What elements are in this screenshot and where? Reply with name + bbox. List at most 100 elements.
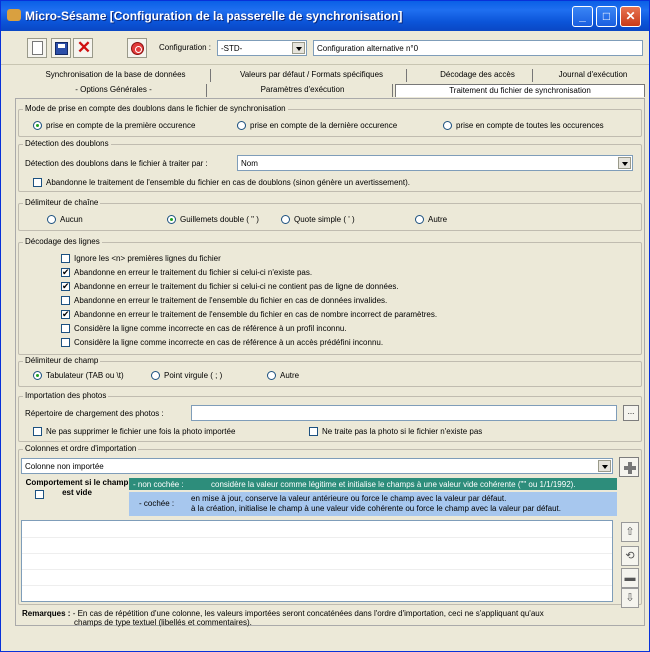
detection-field-value: Nom (241, 159, 258, 168)
maximize-button[interactable]: □ (596, 6, 617, 27)
tab-options-generales[interactable]: - Options Générales - (21, 84, 207, 97)
no-delete-photo-checkbox[interactable]: Ne pas supprimer le fichier une fois la … (33, 427, 236, 437)
remove-column-button[interactable]: ▬ (621, 568, 639, 588)
abandon-fichier-vide-checkbox[interactable]: Abandonne en erreur le traitement du fic… (61, 281, 399, 292)
checkbox-label: Abandonne en erreur le traitement de l'e… (74, 310, 438, 319)
photos-dir-input[interactable] (191, 405, 617, 421)
skip-missing-photo-checkbox[interactable]: Ne traite pas la photo si le fichier n'e… (309, 427, 483, 437)
checked-text-1: en mise à jour, conserve la valeur antér… (191, 494, 507, 503)
app-icon (7, 9, 21, 21)
delimiteur-champ-title: Délimiteur de champ (23, 356, 101, 365)
abandon-fichier-inexistant-checkbox[interactable]: Abandonne en erreur le traitement du fic… (61, 267, 312, 278)
tab-decodage-acces[interactable]: Décodage des accès (423, 69, 533, 82)
checkbox-box (61, 281, 70, 292)
configuration-label: Configuration : (159, 43, 212, 52)
radio-label: Aucun (60, 215, 83, 224)
toolbar: ✕ Configuration : -STD- Configuration al… (1, 31, 649, 65)
abandon-doublons-checkbox[interactable]: Abandonne le traitement de l'ensemble du… (33, 178, 410, 188)
arrow-up-icon: ⇧ (625, 526, 635, 538)
configuration-alt-field[interactable]: Configuration alternative n°0 (313, 40, 643, 56)
tab-synchronisation[interactable]: Synchronisation de la base de données (21, 69, 211, 82)
checkbox-box (61, 309, 70, 320)
checkbox-label: Ne traite pas la photo si le fichier n'e… (322, 427, 483, 436)
remarks-label: Remarques : (22, 609, 71, 618)
configuration-alt-value: Configuration alternative n°0 (317, 44, 419, 53)
radio-point-virgule[interactable]: Point virgule ( ; ) (151, 371, 222, 381)
radio-derniere-occurence[interactable]: prise en compte de la dernière occurence (237, 121, 397, 131)
acces-inconnu-checkbox[interactable]: Considère la ligne comme incorrecte en c… (61, 338, 383, 348)
checkbox-box (61, 296, 70, 306)
tab-valeurs-defaut[interactable]: Valeurs par défaut / Formats spécifiques (217, 69, 407, 82)
radio-dot (267, 371, 276, 381)
detection-field-select[interactable]: Nom (237, 155, 633, 171)
colonne-select[interactable]: Colonne non importée (21, 458, 613, 474)
delimiteur-chaine-title: Délimiteur de chaîne (23, 198, 101, 207)
new-button[interactable] (27, 38, 47, 58)
move-up-button[interactable]: ⇧ (621, 522, 639, 542)
browse-button[interactable]: ... (623, 405, 639, 421)
configuration-select[interactable]: -STD- (217, 40, 307, 56)
doublons-detection-group: Détection des doublons Détection des dou… (18, 139, 642, 192)
title-bar[interactable]: Micro-Sésame [Configuration de la passer… (1, 1, 649, 31)
tab-panel: Mode de prise en compte des doublons dan… (15, 98, 645, 627)
edit-column-button[interactable]: ⟲ (621, 546, 639, 566)
checkbox-label: Abandonne le traitement de l'ensemble du… (46, 178, 410, 187)
list-divider (22, 585, 612, 586)
configuration-value: -STD- (221, 44, 243, 53)
radio-guillemets-double[interactable]: Guillemets double ( " ) (167, 215, 259, 225)
checkbox-box (61, 324, 70, 334)
radio-toutes-occurences[interactable]: prise en compte de toutes les occurences (443, 121, 604, 131)
delete-button[interactable]: ✕ (73, 38, 93, 58)
add-column-button[interactable] (619, 457, 639, 477)
radio-dot (151, 371, 160, 381)
radio-dot (237, 121, 246, 131)
remarks: Remarques : - En cas de répétition d'une… (22, 609, 642, 627)
stop-button[interactable] (127, 38, 147, 58)
chevron-down-icon[interactable] (598, 460, 611, 472)
tab-traitement-fichier[interactable]: Traitement du fichier de synchronisation (395, 84, 645, 97)
move-down-button[interactable]: ⇩ (621, 588, 639, 608)
abandon-parametres-incorrects-checkbox[interactable]: Abandonne en erreur le traitement de l'e… (61, 309, 438, 320)
photos-group: Importation des photos Répertoire de cha… (18, 391, 642, 442)
radio-quote-simple[interactable]: Quote simple ( ' ) (281, 215, 355, 225)
radio-label: Autre (428, 215, 448, 224)
radio-dot (167, 215, 176, 225)
close-button[interactable]: ✕ (620, 6, 641, 27)
radio-dot (415, 215, 424, 225)
radio-aucun[interactable]: Aucun (47, 215, 83, 225)
radio-tabulateur[interactable]: Tabulateur (TAB ou \t) (33, 371, 124, 381)
decodage-lignes-group: Décodage des lignes Ignore les <n> premi… (18, 237, 642, 355)
unchecked-band: - non cochée : considère la valeur comme… (129, 478, 617, 490)
behavior-title: Comportement si le champ est vide (25, 478, 129, 497)
checked-text-2: à la création, initialise le champ à une… (191, 504, 561, 513)
plus-icon (624, 462, 636, 474)
unchecked-text: considère la valeur comme légitime et in… (211, 480, 576, 489)
abandon-donnees-invalides-checkbox[interactable]: Abandonne en erreur le traitement de l'e… (61, 296, 387, 306)
radio-autre-chaine[interactable]: Autre (415, 215, 448, 225)
minimize-button[interactable]: _ (572, 6, 593, 27)
list-divider (22, 569, 612, 570)
chevron-down-icon[interactable] (618, 157, 631, 169)
profil-inconnu-checkbox[interactable]: Considère la ligne comme incorrecte en c… (61, 324, 347, 334)
checkbox-label: Considère la ligne comme incorrecte en c… (74, 324, 347, 333)
save-button[interactable] (51, 38, 71, 58)
checkbox-label: Abandonne en erreur le traitement du fic… (74, 282, 399, 291)
colonnes-title: Colonnes et ordre d'importation (23, 444, 139, 453)
list-divider (22, 553, 612, 554)
main-window: Micro-Sésame [Configuration de la passer… (0, 0, 650, 652)
radio-premiere-occurence[interactable]: prise en compte de la première occurence (33, 121, 195, 131)
radio-dot (47, 215, 56, 225)
save-icon (55, 42, 68, 55)
checkbox-label: Ne pas supprimer le fichier une fois la … (46, 427, 236, 436)
radio-autre-champ[interactable]: Autre (267, 371, 299, 381)
checkbox-label: Ignore les <n> premières lignes du fichi… (74, 254, 221, 263)
tab-journal[interactable]: Journal d'exécution (543, 69, 643, 82)
colonnes-list[interactable] (21, 520, 613, 602)
colonne-value: Colonne non importée (25, 462, 104, 471)
tab-parametres-execution[interactable]: Paramètres d'exécution (213, 84, 393, 97)
chevron-down-icon[interactable] (292, 42, 305, 54)
ignore-lignes-checkbox[interactable]: Ignore les <n> premières lignes du fichi… (61, 254, 221, 264)
checked-tag: - cochée : (139, 499, 175, 508)
unchecked-tag: - non cochée : (133, 480, 184, 489)
stop-icon (131, 42, 144, 55)
